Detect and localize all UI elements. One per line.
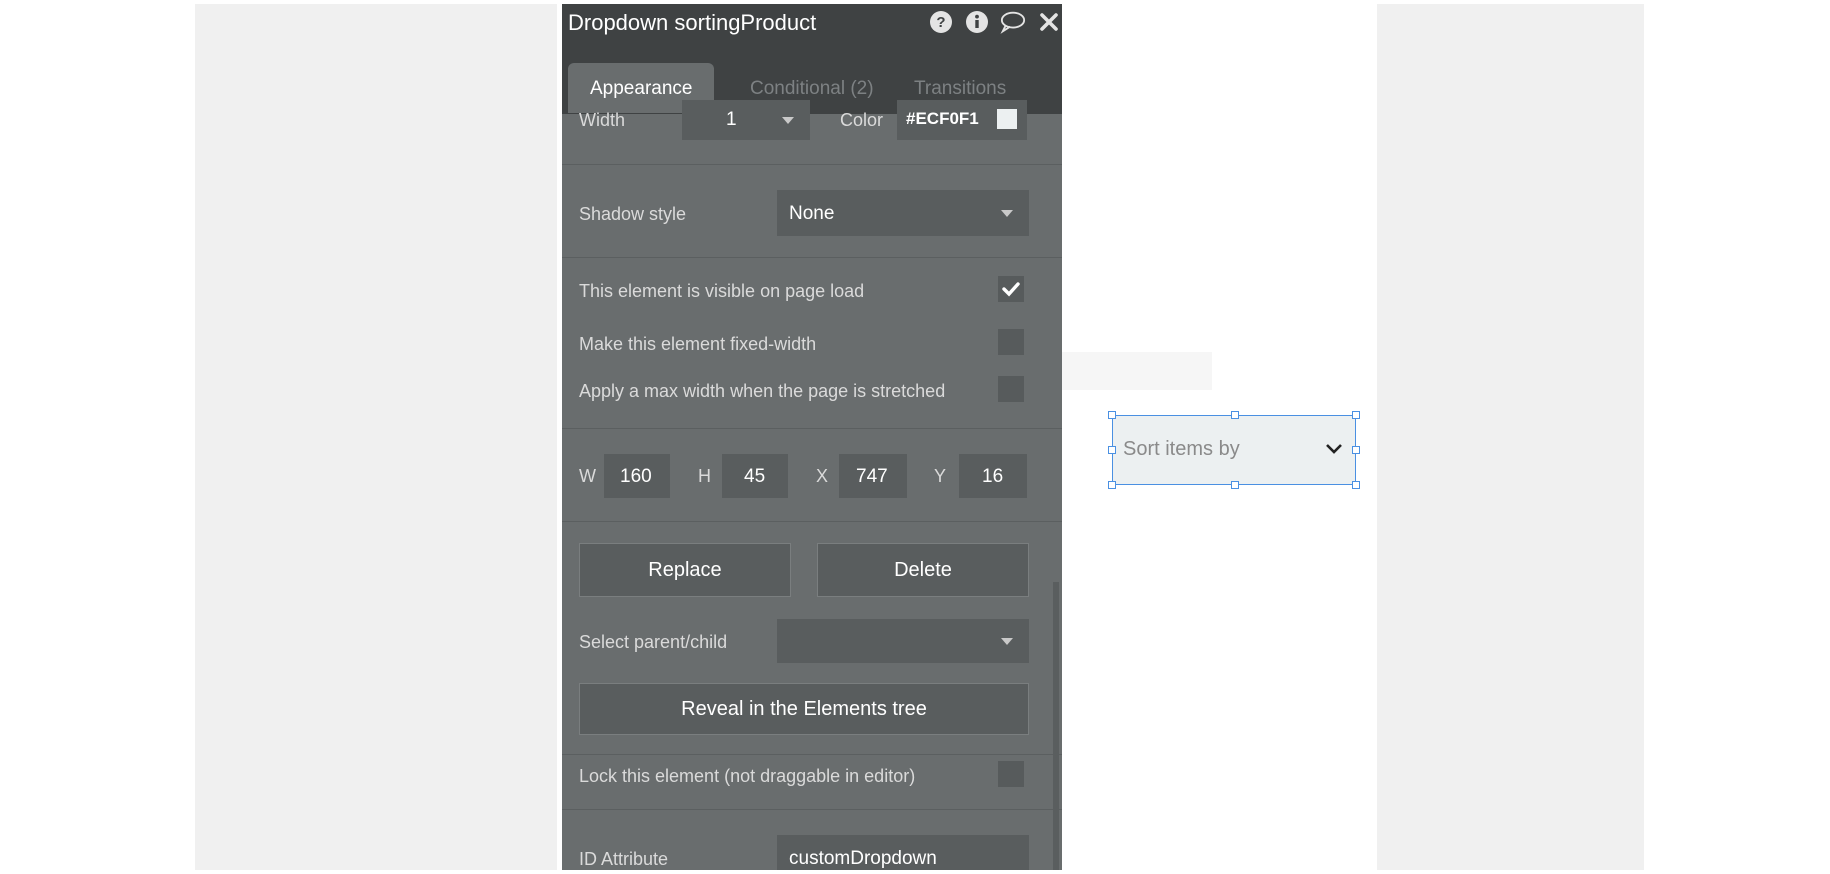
divider: [562, 164, 1062, 165]
panel-scrollbar[interactable]: [1053, 582, 1059, 870]
visible-on-load-checkbox[interactable]: [998, 276, 1024, 302]
lock-element-label: Lock this element (not draggable in edit…: [579, 766, 916, 786]
select-parent-child-dropdown[interactable]: [777, 619, 1029, 663]
select-parent-child-label: Select parent/child: [579, 632, 728, 652]
selected-dropdown-element[interactable]: Sort items by: [1108, 411, 1360, 489]
y-dim-value: 16: [982, 466, 1004, 487]
height-dim-value: 45: [744, 466, 766, 487]
divider: [562, 809, 1062, 810]
width-dim-value: 160: [620, 466, 652, 487]
property-editor-panel: Dropdown sortingProduct ? Appearance Con…: [562, 4, 1062, 870]
divider: [562, 428, 1062, 429]
resize-handle-br[interactable]: [1352, 481, 1360, 489]
fixed-width-checkbox[interactable]: [998, 329, 1024, 355]
canvas-gutter-right: [1377, 4, 1644, 870]
divider: [562, 521, 1062, 522]
lock-element-checkbox[interactable]: [998, 761, 1024, 787]
max-width-checkbox[interactable]: [998, 376, 1024, 402]
panel-title: Dropdown sortingProduct: [568, 10, 817, 35]
chevron-down-icon: [1326, 444, 1342, 454]
x-dim-value: 747: [856, 466, 888, 487]
y-dim-label: Y: [934, 466, 947, 486]
caret-down-icon: [1001, 210, 1013, 217]
id-attribute-input[interactable]: customDropdown: [777, 835, 1029, 870]
border-color-label: Color: [840, 110, 884, 130]
info-icon[interactable]: [964, 9, 990, 35]
resize-handle-tr[interactable]: [1352, 411, 1360, 419]
svg-text:?: ?: [936, 14, 945, 31]
panel-titlebar[interactable]: Dropdown sortingProduct ?: [562, 4, 1062, 48]
border-width-label: Width: [579, 110, 626, 130]
max-width-label: Apply a max width when the page is stret…: [579, 381, 946, 401]
replace-button[interactable]: Replace: [579, 543, 791, 597]
divider: [562, 257, 1062, 258]
reveal-elements-tree-button[interactable]: Reveal in the Elements tree: [579, 683, 1029, 735]
resize-handle-right[interactable]: [1352, 446, 1360, 454]
color-swatch[interactable]: [997, 109, 1017, 129]
border-color-field[interactable]: #ECF0F1: [897, 100, 1027, 140]
caret-down-icon: [1001, 638, 1013, 645]
resize-handle-bottom[interactable]: [1231, 481, 1239, 489]
border-width-value: 1: [726, 109, 737, 130]
border-color-value: #ECF0F1: [906, 109, 979, 128]
comment-icon[interactable]: [1000, 9, 1026, 35]
help-icon[interactable]: ?: [928, 9, 954, 35]
canvas-gutter-left: [195, 4, 557, 870]
dropdown-placeholder: Sort items by: [1123, 438, 1240, 460]
x-dim-label: X: [816, 466, 829, 486]
shadow-style-select[interactable]: None: [777, 190, 1029, 236]
y-dim-input[interactable]: 16: [959, 454, 1027, 498]
resize-handle-left[interactable]: [1108, 446, 1116, 454]
resize-handle-top[interactable]: [1231, 411, 1239, 419]
resize-handle-bl[interactable]: [1108, 481, 1116, 489]
delete-button[interactable]: Delete: [817, 543, 1029, 597]
check-icon: [1002, 282, 1020, 297]
id-attribute-value: customDropdown: [789, 848, 937, 869]
width-dim-input[interactable]: 160: [604, 454, 670, 498]
height-dim-label: H: [698, 466, 711, 486]
id-attribute-label: ID Attribute: [579, 849, 669, 869]
visible-on-load-label: This element is visible on page load: [579, 281, 865, 301]
caret-down-icon: [782, 117, 794, 124]
resize-handle-tl[interactable]: [1108, 411, 1116, 419]
canvas-faint-element[interactable]: [1042, 352, 1212, 390]
divider: [562, 754, 1062, 755]
x-dim-input[interactable]: 747: [839, 454, 907, 498]
close-icon[interactable]: [1036, 9, 1062, 35]
shadow-style-value: None: [789, 203, 835, 224]
border-width-select[interactable]: 1: [682, 100, 810, 140]
height-dim-input[interactable]: 45: [722, 454, 788, 498]
fixed-width-label: Make this element fixed-width: [579, 334, 817, 354]
width-dim-label: W: [579, 466, 596, 486]
shadow-style-label: Shadow style: [579, 204, 687, 224]
